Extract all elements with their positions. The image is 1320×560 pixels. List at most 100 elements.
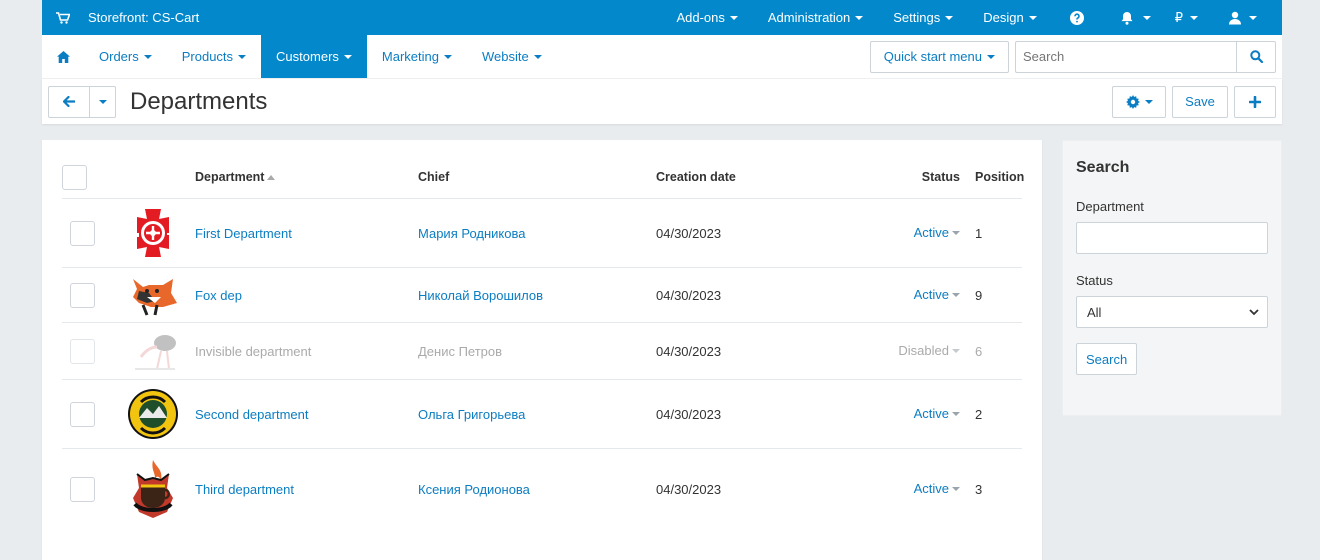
row-checkbox[interactable] [70, 476, 95, 502]
department-logo[interactable] [127, 207, 195, 259]
quick-start-menu-button[interactable]: Quick start menu [869, 40, 1009, 73]
status-dropdown[interactable]: Active [876, 225, 960, 240]
quick-start-label: Quick start menu [883, 49, 982, 64]
home-button[interactable] [42, 35, 84, 78]
department-filter-input[interactable] [1076, 222, 1268, 254]
department-link[interactable]: Fox dep [195, 288, 418, 303]
table-header: Department Chief Creation date Status Po… [62, 156, 1024, 199]
sidebar-search-button[interactable]: Search [1076, 343, 1138, 375]
top-bar: Storefront: CS-Cart Add-ons Administrati… [42, 0, 1282, 35]
department-logo[interactable] [127, 458, 195, 520]
fox-mascot-logo [133, 279, 177, 316]
search-button[interactable] [1236, 40, 1276, 73]
add-department-button[interactable] [1234, 85, 1276, 118]
menu-design[interactable]: Design [968, 0, 1051, 35]
nav-products[interactable]: Products [167, 35, 261, 78]
table-row: Third department Ксения Родионова 04/30/… [62, 449, 1022, 529]
menu-settings[interactable]: Settings [878, 0, 968, 35]
department-link[interactable]: First Department [195, 226, 418, 241]
history-dropdown-button[interactable] [90, 85, 116, 118]
main-nav: Orders Products Customers Marketing Webs… [42, 35, 1282, 79]
ostrich-logo [135, 335, 176, 370]
status-dropdown[interactable]: Active [876, 406, 960, 421]
table-row: Second department Ольга Григорьева 04/30… [62, 380, 1022, 449]
cart-icon [56, 11, 70, 24]
caret-down-icon [952, 231, 960, 236]
currency-menu[interactable]: ₽ [1163, 0, 1210, 35]
marin-county-fire-logo [128, 389, 178, 439]
row-checkbox[interactable] [70, 282, 95, 308]
storefront-label: Storefront: CS-Cart [88, 10, 200, 25]
back-button[interactable] [48, 85, 90, 118]
nav-marketing[interactable]: Marketing [367, 35, 467, 78]
plus-icon [1249, 95, 1261, 108]
header-label: Department [195, 170, 265, 184]
chevron-down-icon [1249, 309, 1259, 316]
nav-label: Orders [99, 49, 139, 64]
department-link[interactable]: Second department [195, 407, 418, 422]
menu-add-ons[interactable]: Add-ons [661, 0, 752, 35]
status-dropdown[interactable]: Active [876, 287, 960, 302]
sort-by-department[interactable]: Department [195, 170, 418, 184]
caret-down-icon [952, 293, 960, 298]
currency-label: ₽ [1174, 9, 1183, 25]
nav-customers[interactable]: Customers [261, 35, 367, 78]
nav-orders[interactable]: Orders [84, 35, 167, 78]
chief-link[interactable]: Ольга Григорьева [418, 407, 656, 422]
caret-down-icon [855, 15, 864, 20]
storefront-link[interactable]: Storefront: CS-Cart [42, 10, 199, 25]
caret-down-icon [1190, 15, 1198, 20]
menu-label: Add-ons [676, 10, 725, 25]
caret-down-icon [238, 54, 247, 59]
department-logo[interactable] [127, 329, 195, 373]
menu-label: Administration [767, 10, 851, 25]
status-dropdown[interactable]: Active [876, 481, 960, 496]
header-chief: Chief [418, 170, 450, 184]
creation-date: 04/30/2023 [656, 225, 722, 241]
select-all-checkbox[interactable] [62, 164, 87, 190]
chief-link[interactable]: Мария Родникова [418, 226, 656, 241]
chief-link[interactable]: Николай Ворошилов [418, 288, 656, 303]
caret-down-icon [533, 54, 542, 59]
page-title: Departments [130, 87, 268, 115]
chief-link[interactable]: Ксения Родионова [418, 482, 656, 497]
caret-down-icon [343, 54, 352, 59]
user-menu[interactable] [1210, 0, 1282, 35]
chief-link[interactable]: Денис Петров [418, 344, 656, 359]
status-filter-label: Status [1076, 273, 1113, 288]
arrow-left-icon [63, 96, 75, 107]
status-label: Active [913, 224, 949, 240]
department-link[interactable]: Third department [195, 482, 418, 497]
department-logo[interactable] [127, 273, 195, 317]
status-label: Active [913, 480, 949, 496]
caret-down-icon [1028, 15, 1037, 20]
search-icon [1249, 50, 1263, 63]
home-icon [56, 50, 70, 63]
nav-label: Products [181, 49, 234, 64]
status-label: Disabled [898, 342, 949, 358]
position-value: 2 [975, 406, 983, 422]
menu-administration[interactable]: Administration [753, 0, 878, 35]
department-link[interactable]: Invisible department [195, 344, 418, 359]
help-button[interactable] [1052, 0, 1102, 35]
row-checkbox[interactable] [70, 220, 95, 246]
save-button[interactable]: Save [1172, 85, 1228, 118]
search-sidebar: Search Department Status All Search [1062, 140, 1282, 416]
caret-down-icon [143, 54, 152, 59]
department-logo[interactable] [127, 388, 195, 440]
notifications-button[interactable] [1102, 0, 1163, 35]
status-dropdown[interactable]: Disabled [876, 343, 960, 358]
title-bar: Departments Save [42, 79, 1282, 124]
nav-website[interactable]: Website [467, 35, 557, 78]
caret-down-icon [443, 54, 452, 59]
status-filter-select[interactable]: All [1076, 296, 1268, 328]
bell-icon [1121, 11, 1133, 25]
caret-down-icon [945, 15, 954, 20]
search-input[interactable] [1015, 40, 1236, 73]
table-row: First Department Мария Родникова 04/30/2… [62, 199, 1022, 268]
user-icon [1229, 11, 1241, 24]
settings-dropdown-button[interactable] [1112, 85, 1166, 118]
nav-label: Customers [276, 49, 339, 64]
row-checkbox[interactable] [70, 401, 95, 427]
row-checkbox[interactable] [70, 338, 95, 364]
